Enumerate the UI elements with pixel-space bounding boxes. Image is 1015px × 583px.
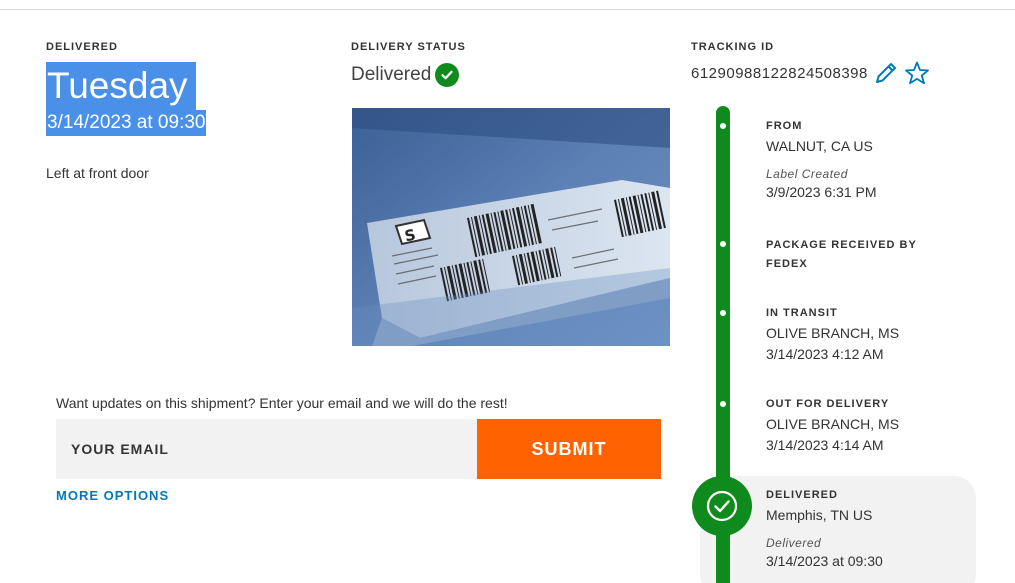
- event-location: OLIVE BRANCH, MS: [766, 325, 900, 341]
- pencil-icon[interactable]: [873, 60, 899, 86]
- submit-button[interactable]: SUBMIT: [477, 419, 661, 479]
- top-divider: [0, 9, 1015, 10]
- event-location: Memphis, TN US: [766, 507, 873, 523]
- timeline-dot: [720, 123, 726, 129]
- timeline-event-from: FROM WALNUT, CA US Label Created 3/9/202…: [766, 117, 877, 203]
- event-status: Label Created: [766, 167, 848, 181]
- star-icon[interactable]: [904, 60, 930, 86]
- tracking-id: 612909881228245083​98: [691, 64, 868, 82]
- delivered-section: DELIVERED Tuesday 3/14/2023 at 09:30: [46, 41, 207, 136]
- timeline-event-in-transit: IN TRANSIT OLIVE BRANCH, MS 3/14/2023 4:…: [766, 304, 899, 365]
- email-field-container: [56, 419, 478, 479]
- status-label: DELIVERY STATUS: [351, 41, 466, 53]
- more-options-link[interactable]: MORE OPTIONS: [56, 488, 169, 503]
- delivered-day: Tuesday: [46, 62, 196, 110]
- delivered-label: DELIVERED: [46, 41, 118, 53]
- status-value: Delivered: [351, 64, 432, 85]
- event-heading: FROM: [766, 120, 803, 132]
- updates-prompt: Want updates on this shipment? Enter you…: [56, 395, 508, 411]
- event-status: Delivered: [766, 536, 822, 550]
- timeline-event-out-for-delivery: OUT FOR DELIVERY OLIVE BRANCH, MS 3/14/2…: [766, 395, 899, 456]
- tracking-label: TRACKING ID: [691, 41, 775, 53]
- check-circle-icon: [435, 63, 460, 87]
- timeline-dot: [720, 310, 726, 316]
- email-field[interactable]: [56, 419, 478, 479]
- event-heading: PACKAGE RECEIVED BY: [766, 239, 917, 251]
- event-location: OLIVE BRANCH, MS: [766, 416, 900, 432]
- timeline-event-delivered: DELIVERED Memphis, TN US Delivered 3/14/…: [766, 486, 883, 572]
- event-time: 3/14/2023 at 09:30: [766, 553, 883, 569]
- timeline-event-received: PACKAGE RECEIVED BY FEDEX: [766, 236, 917, 274]
- event-time: 3/9/2023 6:31 PM: [766, 184, 877, 200]
- event-location: WALNUT, CA US: [766, 138, 873, 154]
- delivery-note: Left at front door: [46, 165, 149, 181]
- timeline-dot: [720, 401, 726, 407]
- delivered-datetime: 3/14/2023 at 09:30: [46, 110, 207, 136]
- event-heading: IN TRANSIT: [766, 307, 838, 319]
- timeline-dot: [720, 241, 726, 247]
- event-time: 3/14/2023 4:14 AM: [766, 437, 884, 453]
- delivery-photo[interactable]: S: [352, 108, 670, 346]
- delivered-check-icon: [692, 476, 752, 536]
- event-heading: DELIVERED: [766, 489, 838, 501]
- tracking-section: TRACKING ID 612909881228245083​98: [691, 41, 930, 86]
- event-heading: OUT FOR DELIVERY: [766, 398, 890, 410]
- event-heading-cont: FEDEX: [766, 258, 808, 270]
- event-time: 3/14/2023 4:12 AM: [766, 346, 884, 362]
- status-section: DELIVERY STATUS Delivered: [351, 41, 466, 87]
